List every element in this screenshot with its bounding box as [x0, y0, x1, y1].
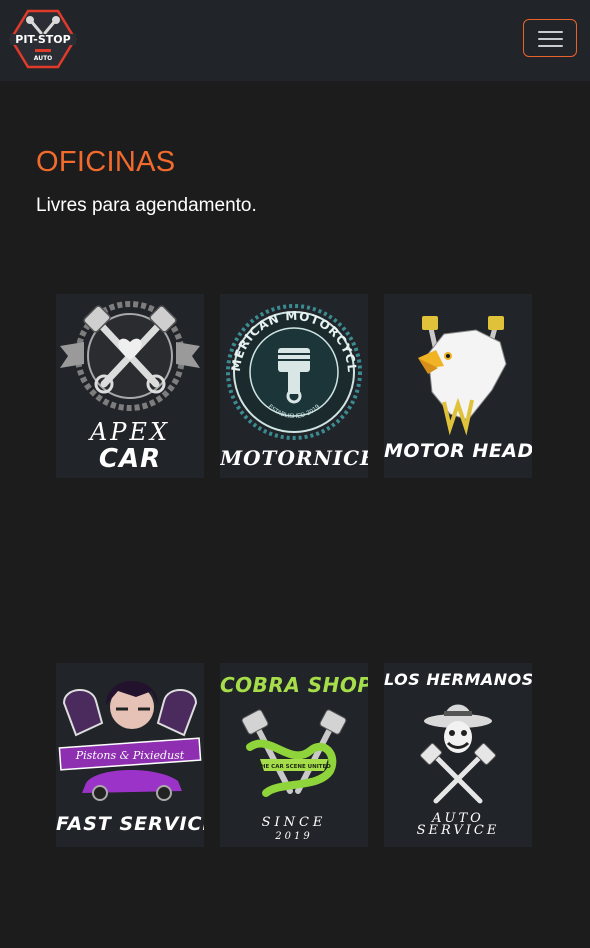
- workshop-name-line3: MOTORNICE: [220, 446, 368, 470]
- svg-text:Pistons & Pixiedust: Pistons & Pixiedust: [75, 749, 185, 762]
- page-title: OFICINAS: [36, 146, 176, 178]
- workshop-name-line3: SERVICE: [416, 823, 500, 838]
- workshop-card-los-hermanos[interactable]: LOS HERMANOS AUTO SERVICE: [384, 663, 532, 847]
- workshop-name-line1: COBRA SHOP: [220, 673, 368, 697]
- workshop-name-line1: LOS HERMANOS: [384, 670, 532, 689]
- hamburger-menu-icon: [538, 31, 563, 47]
- page-subtitle: Livres para agendamento.: [36, 195, 257, 216]
- workshop-name-line1: MOTOR HEAD: [384, 440, 532, 462]
- pit-stop-logo-icon: PIT-STOP AUTO: [9, 9, 77, 69]
- svg-text:AUTO: AUTO: [34, 55, 53, 62]
- workshop-name-line2: CAR: [98, 444, 162, 474]
- workshop-card-fast-service[interactable]: Pistons & Pixiedust FAST SERVICE: [56, 663, 204, 847]
- workshop-name-line1: APEX: [89, 418, 171, 446]
- workshop-card-apex-car[interactable]: APEX CAR: [56, 294, 204, 478]
- workshop-name-line2: FAST SERVICE: [56, 813, 204, 835]
- navbar: PIT-STOP AUTO: [0, 0, 590, 81]
- workshop-name-line3: SINCE: [261, 815, 327, 830]
- svg-text:PIT-STOP: PIT-STOP: [15, 33, 70, 46]
- pit-stop-logo[interactable]: PIT-STOP AUTO: [8, 9, 78, 69]
- svg-text:THE CAR SCENE UNITED: THE CAR SCENE UNITED: [257, 764, 331, 770]
- workshop-card-cobra-shop[interactable]: THE CAR SCENE UNITED COBRA SHOP SINCE 20…: [220, 663, 368, 847]
- workshop-name-line4: 2019: [275, 831, 313, 842]
- workshop-card-motor-head[interactable]: MOTOR HEAD: [384, 294, 532, 478]
- workshop-card-motornice[interactable]: AMERICAN MOTORCYCLE ESTABLISHED 2019 MOT…: [220, 294, 368, 478]
- menu-toggle-button[interactable]: [523, 19, 577, 57]
